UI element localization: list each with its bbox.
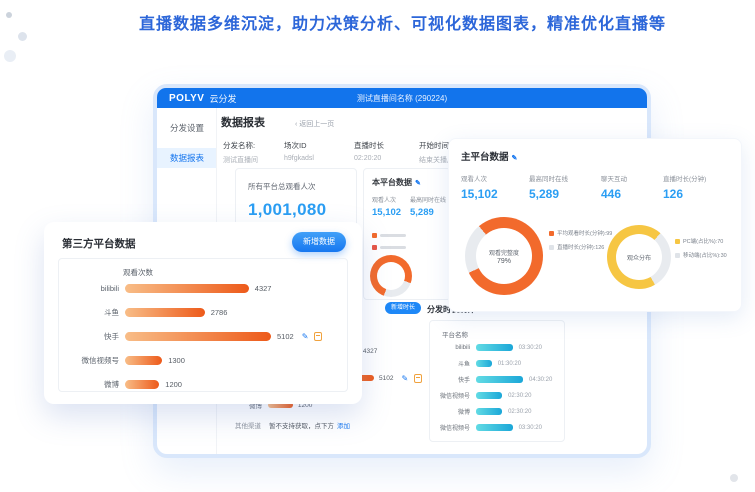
completion-donut-legend: 平均观看时长(分钟):99 直播时长(分钟):126 <box>549 229 612 257</box>
hero-title: 直播数据多维沉淀，助力决策分析、可视化数据图表，精准优化直播等 <box>60 10 745 34</box>
field-label: 直播时长 <box>354 140 384 151</box>
field-value: 测试直播间 <box>223 155 258 165</box>
field-live-duration: 直播时长 02:20:20 <box>354 140 384 162</box>
this-platform-card: 本平台数据✎ 观看人次 15,102 最高同时在线 5,289 <box>363 168 451 300</box>
decor-dot <box>18 32 27 41</box>
legend-item: 直播时长(分钟):126 <box>549 243 612 251</box>
bar <box>125 356 162 365</box>
legend-item <box>372 245 406 250</box>
field-label: 分发名称: <box>223 140 258 151</box>
legend-swatch <box>549 245 554 250</box>
third-party-card: 第三方平台数据 新增数据 观看次数 bilibili 4327 斗鱼 2786 … <box>44 222 362 404</box>
legend-swatch <box>372 245 377 250</box>
main-platform-title: 主平台数据✎ <box>461 149 741 163</box>
legend-swatch <box>675 239 680 244</box>
duration-row: 微博 02:30:20 <box>436 407 531 416</box>
stat-peak-online: 最高同时在线 5,289 <box>529 173 568 201</box>
decor-dot <box>6 12 12 18</box>
legend-item <box>372 233 406 238</box>
stat-views: 观看人次 15,102 <box>461 173 498 201</box>
audience-donut-legend: PC端(占比%):70 移动端(占比%):30 <box>675 237 727 265</box>
sidebar-item-distribution-settings[interactable]: 分发设置 <box>157 118 216 138</box>
legend-swatch <box>372 233 377 238</box>
legend-item: 移动端(占比%):30 <box>675 251 727 259</box>
legend-item: PC端(占比%):70 <box>675 237 727 245</box>
legend-text-placeholder <box>380 234 406 237</box>
this-platform-donut <box>370 255 412 297</box>
this-platform-title: 本平台数据✎ <box>372 177 450 188</box>
duration-row: 斗鱼 01:30:20 <box>436 359 521 368</box>
legend-text-placeholder <box>380 246 406 249</box>
bar <box>125 332 271 341</box>
delete-icon[interactable] <box>314 332 322 341</box>
field-value: h9fgkadsl <box>284 155 314 162</box>
donut-hole <box>377 262 405 290</box>
field-label: 场次ID <box>284 140 314 151</box>
legend-swatch <box>549 231 554 236</box>
edit-icon[interactable]: ✎ <box>512 155 518 162</box>
donut-hole: 观看完整度 79% <box>476 228 532 284</box>
bar-row: 微信视频号 1300 <box>59 355 185 365</box>
bar <box>476 408 502 415</box>
bar <box>476 344 513 351</box>
donut-center-label: 观看完整度 <box>489 248 519 257</box>
duration-row: 快手 04:30:20 <box>436 375 552 384</box>
edit-icon[interactable]: ✎ <box>401 374 408 383</box>
total-views-value: 1,001,080 <box>248 200 356 220</box>
duration-column-header: 平台名称 <box>442 329 564 339</box>
duration-row: 微信视频号 03:30:20 <box>436 423 542 432</box>
add-data-button[interactable]: 新增数据 <box>292 232 346 252</box>
duration-row: 微信视频号 02:30:20 <box>436 391 531 400</box>
bar <box>476 360 492 367</box>
decor-dot <box>730 474 738 482</box>
donut-center-value: 79% <box>497 258 511 265</box>
page: 直播数据多维沉淀，助力决策分析、可视化数据图表，精准优化直播等 POLYV 云分… <box>0 0 755 492</box>
duration-chart-card: 平台名称 bilibili 03:30:20 斗鱼 01:30:20 快手 04… <box>429 320 565 442</box>
bar <box>476 424 513 431</box>
bar <box>476 376 523 383</box>
room-title: 测试直播间名称 (290224) <box>157 93 647 104</box>
bar-row: 快手 5102 ✎ <box>59 331 322 341</box>
legend-swatch <box>675 253 680 258</box>
decor-dot <box>4 50 16 62</box>
main-platform-card: 主平台数据✎ 观看人次 15,102 最高同时在线 5,289 聊天互动 446… <box>448 138 742 312</box>
edit-icon[interactable]: ✎ <box>415 180 421 187</box>
add-channel-link[interactable]: 添加 <box>337 423 350 430</box>
total-views-label: 所有平台总观看人次 <box>248 181 356 192</box>
third-party-chart: 观看次数 bilibili 4327 斗鱼 2786 快手 5102 ✎ 微信视… <box>58 258 348 392</box>
bar-row: 微博 1200 <box>59 379 182 389</box>
field-session-id: 场次ID h9fgkadsl <box>284 140 314 162</box>
chart-metric-label: 观看次数 <box>123 267 153 278</box>
stat-peak-online: 最高同时在线 5,289 <box>410 195 446 218</box>
bar-row: 斗鱼 2786 <box>59 307 227 317</box>
completion-donut: 观看完整度 79% <box>465 217 543 295</box>
donut-center-label: 观众分布 <box>627 253 651 262</box>
bar <box>125 380 159 389</box>
bar <box>125 308 205 317</box>
stat-live-minutes: 直播时长(分钟) 126 <box>663 173 706 201</box>
stat-chat-interactions: 聊天互动 446 <box>601 173 627 201</box>
donut-hole: 观众分布 <box>616 234 662 280</box>
bar <box>476 392 502 399</box>
new-duration-tag[interactable]: 新增时长 <box>385 302 421 314</box>
audience-donut: 观众分布 <box>607 225 671 289</box>
field-distribution-name: 分发名称: 测试直播间 <box>223 140 258 165</box>
window-header: POLYV 云分发 测试直播间名称 (290224) <box>157 88 647 108</box>
delete-icon[interactable] <box>414 374 422 383</box>
edit-icon[interactable]: ✎ <box>302 332 309 341</box>
page-title: 数据报表 <box>221 114 265 130</box>
duration-row: bilibili 03:30:20 <box>436 343 542 352</box>
field-value: 02:20:20 <box>354 155 384 162</box>
sidebar-item-data-report[interactable]: 数据报表 <box>157 148 216 168</box>
breadcrumb-back-link[interactable]: ‹ 返回上一页 <box>295 119 334 129</box>
legend-item: 平均观看时长(分钟):99 <box>549 229 612 237</box>
stat-views: 观看人次 15,102 <box>372 195 401 218</box>
bar <box>125 284 249 293</box>
bar-row: bilibili 4327 <box>59 283 271 293</box>
unsupported-channels-note: 其他渠道暂不支持获取，点下方添加 <box>235 420 350 430</box>
